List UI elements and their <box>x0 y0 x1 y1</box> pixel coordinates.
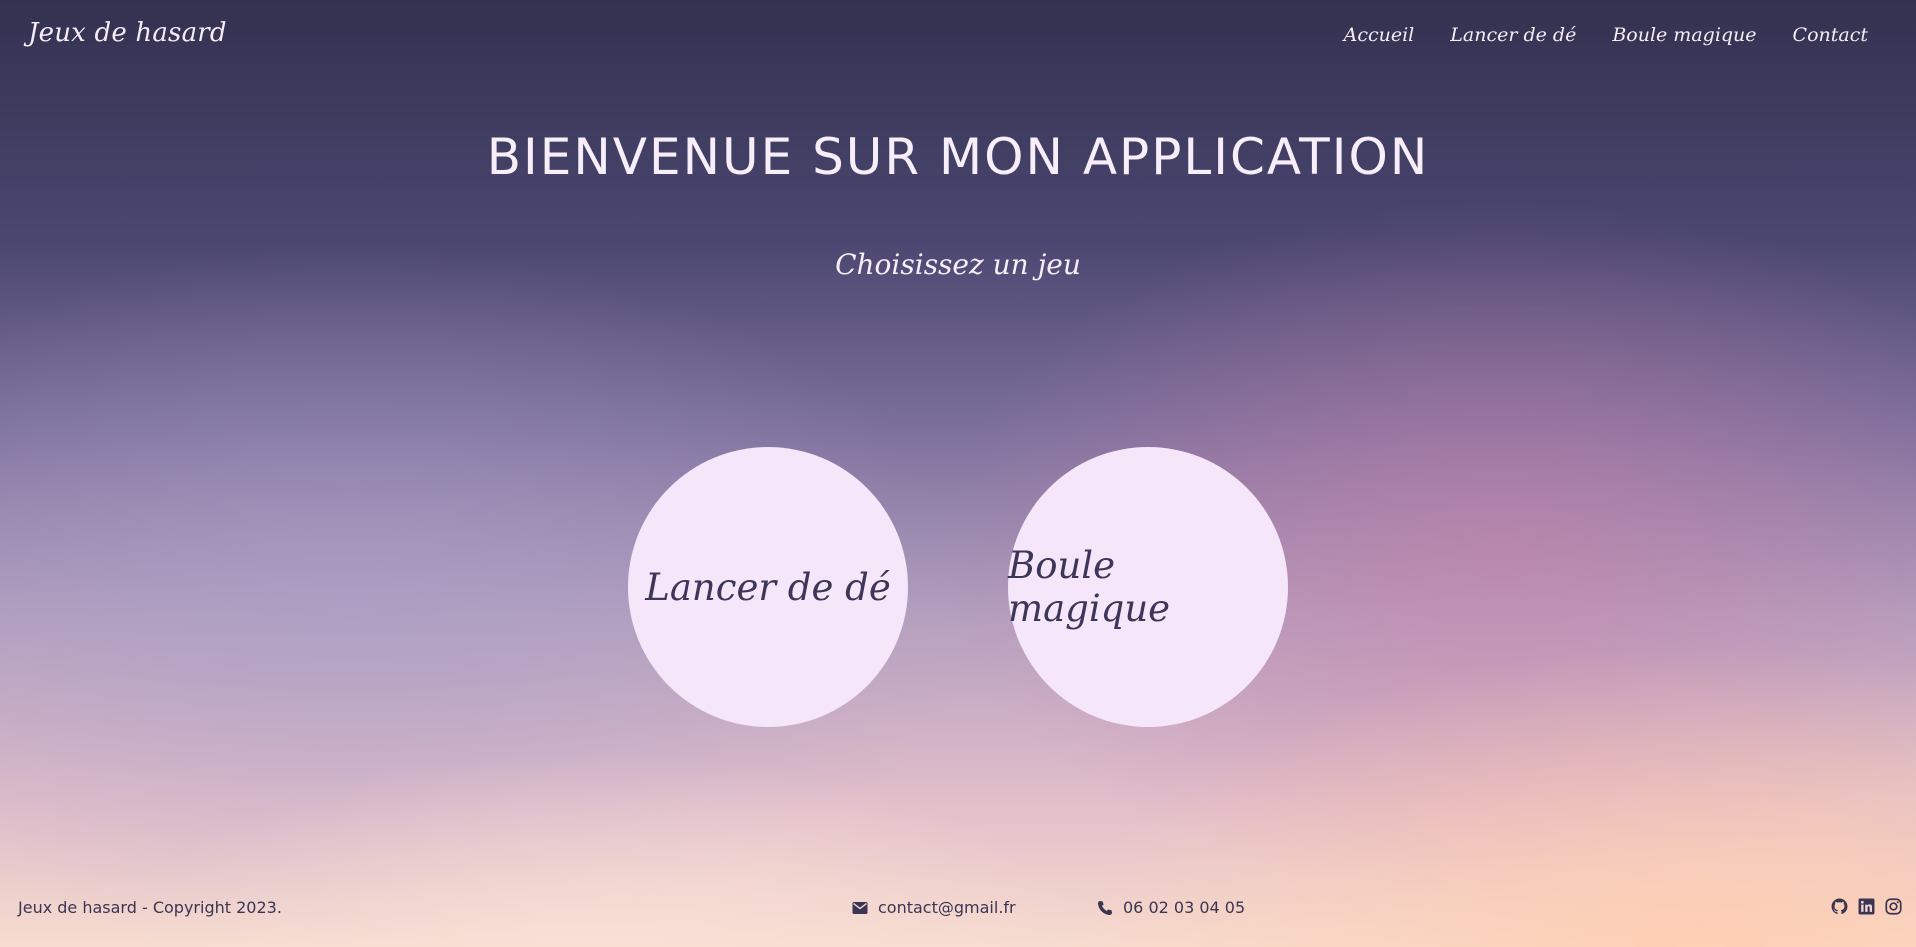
social-links <box>1831 898 1902 915</box>
site-header: Jeux de hasard Accueil Lancer de dé Boul… <box>0 0 1916 78</box>
nav-link-contact[interactable]: Contact <box>1793 24 1868 46</box>
nav-link-accueil[interactable]: Accueil <box>1344 24 1415 46</box>
instagram-icon[interactable] <box>1885 898 1902 915</box>
game-button-label: Boule magique <box>1008 544 1171 630</box>
nav-link-boule-magique[interactable]: Boule magique <box>1612 24 1756 46</box>
contact-phone[interactable]: 06 02 03 04 05 <box>1097 898 1245 917</box>
game-choices: Lancer de dé Boule magique <box>628 447 1288 727</box>
github-icon[interactable] <box>1831 898 1848 915</box>
game-button-label: Lancer de dé <box>645 565 891 609</box>
contact-email-text[interactable]: contact@gmail.fr <box>878 898 1016 917</box>
linkedin-icon[interactable] <box>1858 898 1875 915</box>
phone-icon <box>1097 900 1113 916</box>
copyright-text: Jeux de hasard - Copyright 2023. <box>18 898 282 917</box>
page-title: BIENVENUE SUR MON APPLICATION <box>486 128 1430 186</box>
contact-phone-text[interactable]: 06 02 03 04 05 <box>1123 898 1245 917</box>
main-nav: Accueil Lancer de dé Boule magique Conta… <box>1344 24 1868 46</box>
page-subtitle: Choisissez un jeu <box>835 248 1081 281</box>
contact-email[interactable]: contact@gmail.fr <box>852 898 1016 917</box>
game-button-lancer-de-de[interactable]: Lancer de dé <box>628 447 908 727</box>
envelope-icon <box>852 901 868 915</box>
game-button-boule-magique[interactable]: Boule magique <box>1008 447 1288 727</box>
site-footer: Jeux de hasard - Copyright 2023. contact… <box>0 890 1916 926</box>
nav-link-lancer-de-de[interactable]: Lancer de dé <box>1450 24 1576 46</box>
brand-logo-text[interactable]: Jeux de hasard <box>28 18 227 48</box>
